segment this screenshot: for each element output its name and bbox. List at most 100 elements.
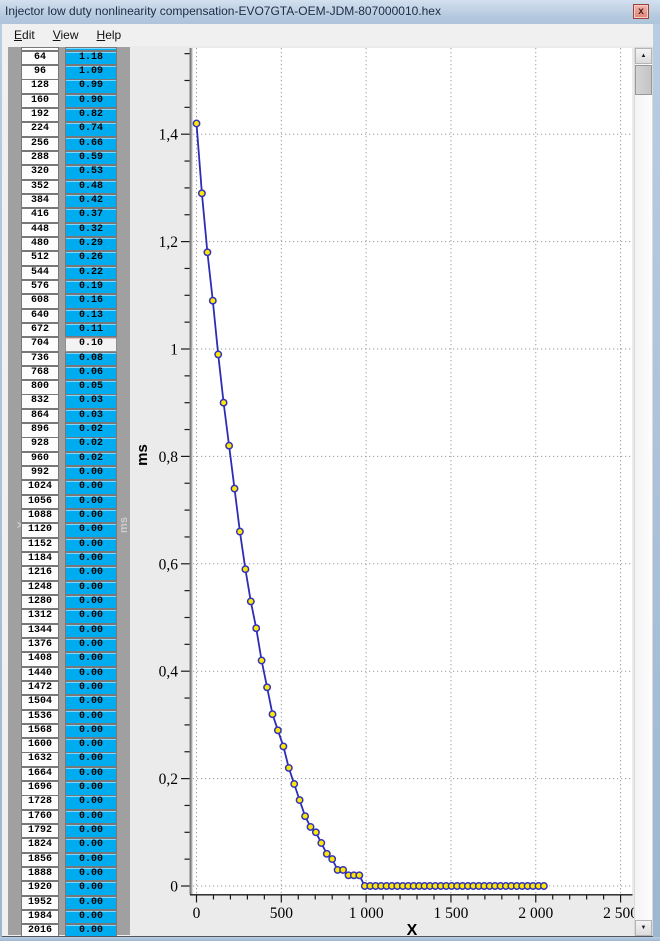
ms-cell-576[interactable]: 0.19 [65,279,117,295]
x-cell-1600[interactable]: 1600 [21,738,59,753]
x-cell-960[interactable]: 960 [21,451,59,467]
x-cell-864[interactable]: 864 [21,408,59,424]
x-cell-992[interactable]: 992 [21,466,59,481]
ms-cell-1248[interactable]: 0.00 [65,580,117,596]
ms-cell-1440[interactable]: 0.00 [65,666,117,681]
ms-cell-544[interactable]: 0.22 [65,265,117,280]
x-cell-64[interactable]: 64 [21,50,59,66]
ms-cell-160[interactable]: 0.90 [65,93,117,109]
x-cell-1344[interactable]: 1344 [21,623,59,638]
x-cell-1184[interactable]: 1184 [21,552,59,567]
chart-vertical-scrollbar[interactable]: ▲ ▼ [634,47,653,937]
x-cell-1792[interactable]: 1792 [21,824,59,839]
ms-cell-1536[interactable]: 0.00 [65,709,117,724]
ms-cell-832[interactable]: 0.03 [65,394,117,409]
ms-cell-1280[interactable]: 0.00 [65,594,117,610]
x-cell-1248[interactable]: 1248 [21,580,59,596]
x-cell-256[interactable]: 256 [21,136,59,152]
x-cell-384[interactable]: 384 [21,194,59,209]
ms-cell-1344[interactable]: 0.00 [65,623,117,638]
title-bar[interactable]: Injector low duty nonlinearity compensat… [0,0,660,25]
ms-cell-352[interactable]: 0.48 [65,179,117,195]
ms-cell-1408[interactable]: 0.00 [65,652,117,667]
ms-cell-416[interactable]: 0.37 [65,208,117,223]
ms-cell-736[interactable]: 0.08 [65,351,117,366]
x-cell-1408[interactable]: 1408 [21,652,59,667]
x-cell-1536[interactable]: 1536 [21,709,59,724]
x-cell-1952[interactable]: 1952 [21,895,59,911]
menu-item-help[interactable]: Help [88,24,131,42]
ms-cell-1792[interactable]: 0.00 [65,824,117,839]
ms-cell-480[interactable]: 0.29 [65,236,117,252]
ms-cell-1472[interactable]: 0.00 [65,680,117,696]
ms-cell-1216[interactable]: 0.00 [65,566,117,581]
ms-cell-1184[interactable]: 0.00 [65,552,117,567]
ms-cell-1920[interactable]: 0.00 [65,881,117,896]
ms-cell-256[interactable]: 0.66 [65,136,117,152]
ms-cell-928[interactable]: 0.02 [65,437,117,452]
ms-cell-960[interactable]: 0.02 [65,451,117,467]
x-cell-1280[interactable]: 1280 [21,594,59,610]
ms-cell-192[interactable]: 0.82 [65,108,117,123]
ms-cell-768[interactable]: 0.06 [65,365,117,381]
x-cell-448[interactable]: 448 [21,222,59,238]
close-icon[interactable]: x [633,4,649,19]
ms-cell-128[interactable]: 0.99 [65,79,117,94]
x-cell-1216[interactable]: 1216 [21,566,59,581]
x-cell-608[interactable]: 608 [21,294,59,309]
ms-cell-1568[interactable]: 0.00 [65,723,117,739]
ms-cell-1888[interactable]: 0.00 [65,867,117,882]
x-cell-160[interactable]: 160 [21,93,59,109]
ms-cell-96[interactable]: 1.09 [65,65,117,80]
x-cell-1568[interactable]: 1568 [21,723,59,739]
ms-cell-224[interactable]: 0.74 [65,122,117,137]
x-cell-928[interactable]: 928 [21,437,59,452]
ms-cell-1088[interactable]: 0.00 [65,509,117,524]
ms-cell-800[interactable]: 0.05 [65,380,117,395]
scroll-down-icon[interactable]: ▼ [635,920,652,936]
x-cell-288[interactable]: 288 [21,151,59,166]
ms-cell-1856[interactable]: 0.00 [65,852,117,868]
x-cell-1504[interactable]: 1504 [21,695,59,710]
x-cell-576[interactable]: 576 [21,279,59,295]
x-cell-640[interactable]: 640 [21,308,59,323]
x-cell-512[interactable]: 512 [21,251,59,266]
ms-cell-1824[interactable]: 0.00 [65,838,117,853]
x-cell-1984[interactable]: 1984 [21,910,59,925]
x-cell-1024[interactable]: 1024 [21,480,59,495]
x-cell-1440[interactable]: 1440 [21,666,59,681]
ms-cell-704-selected[interactable]: 0.10 [65,337,117,352]
x-cell-704[interactable]: 704 [21,337,59,352]
x-cell-320[interactable]: 320 [21,165,59,180]
ms-cell-1376[interactable]: 0.00 [65,637,117,653]
x-cell-1088[interactable]: 1088 [21,509,59,524]
ms-cell-1952[interactable]: 0.00 [65,895,117,911]
x-cell-544[interactable]: 544 [21,265,59,280]
x-cell-1664[interactable]: 1664 [21,766,59,782]
x-cell-224[interactable]: 224 [21,122,59,137]
x-cell-896[interactable]: 896 [21,423,59,438]
ms-cell-1504[interactable]: 0.00 [65,695,117,710]
ms-cell-288[interactable]: 0.59 [65,151,117,166]
ms-cell-1600[interactable]: 0.00 [65,738,117,753]
x-cell-1472[interactable]: 1472 [21,680,59,696]
ms-cell-672[interactable]: 0.11 [65,322,117,338]
injector-compensation-chart[interactable]: 0 0,2 0,4 0,6 0,8 1 1,2 1,4 0 500 1 000 1 500 2 000 2… [130,46,634,939]
x-cell-192[interactable]: 192 [21,108,59,123]
ms-cell-384[interactable]: 0.42 [65,194,117,209]
x-cell-832[interactable]: 832 [21,394,59,409]
x-cell-352[interactable]: 352 [21,179,59,195]
ms-cell-1024[interactable]: 0.00 [65,480,117,495]
x-cell-1056[interactable]: 1056 [21,494,59,510]
ms-cell-1728[interactable]: 0.00 [65,795,117,810]
x-cell-768[interactable]: 768 [21,365,59,381]
x-cell-480[interactable]: 480 [21,236,59,252]
x-cell-800[interactable]: 800 [21,380,59,395]
ms-cell-64[interactable]: 1.18 [65,50,117,66]
ms-cell-864[interactable]: 0.03 [65,408,117,424]
ms-cell-320[interactable]: 0.53 [65,165,117,180]
ms-cell-1696[interactable]: 0.00 [65,781,117,796]
ms-cell-1312[interactable]: 0.00 [65,609,117,624]
x-cell-1696[interactable]: 1696 [21,781,59,796]
ms-cell-1664[interactable]: 0.00 [65,766,117,782]
